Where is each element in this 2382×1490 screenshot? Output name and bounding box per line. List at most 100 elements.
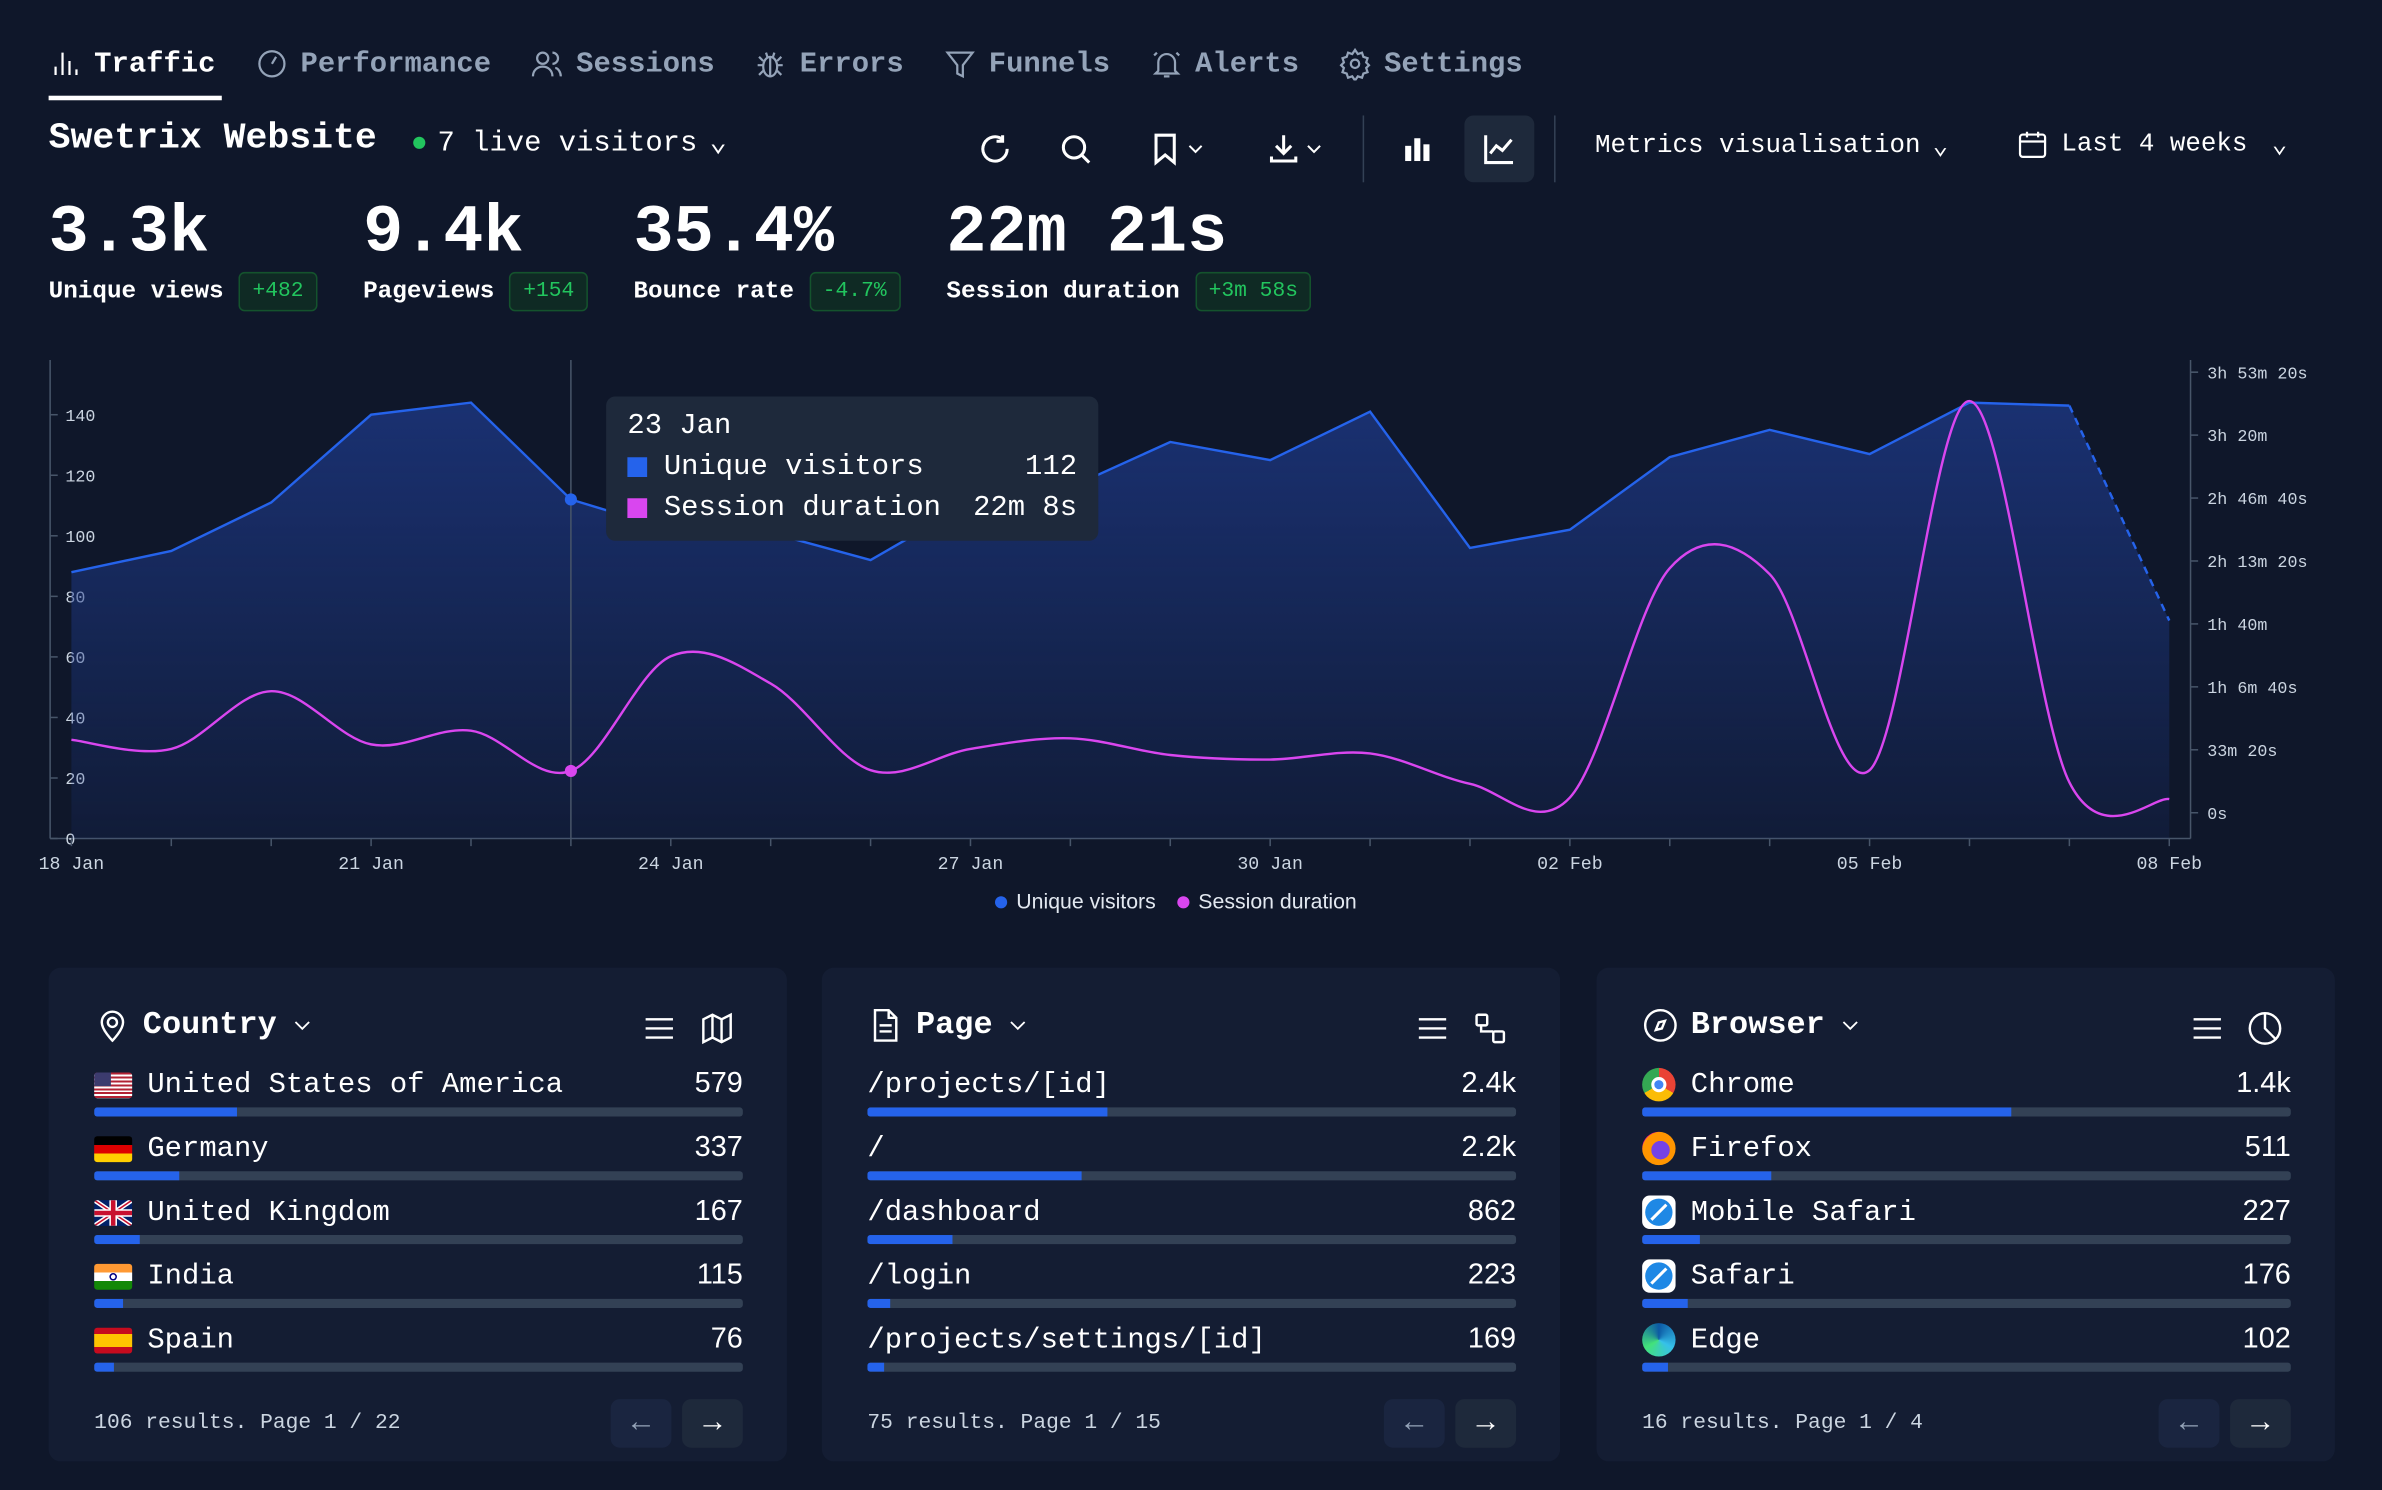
y2-tick-label: 1h 6m 40s: [2207, 680, 2297, 699]
tab-label: Settings: [1384, 47, 1523, 81]
tab-label: Alerts: [1195, 47, 1300, 81]
bookmark-icon: [1154, 133, 1176, 166]
panel-title-dropdown[interactable]: Browser: [1642, 1007, 1864, 1043]
item-label: Safari: [1690, 1259, 1795, 1293]
tooltip-value: 22m 8s: [973, 490, 1078, 525]
map-icon: [702, 1012, 732, 1045]
list-icon: [2193, 1018, 2221, 1039]
list-view-button[interactable]: [1414, 1010, 1450, 1054]
calendar-icon: [2018, 131, 2047, 158]
bar-chart-button[interactable]: [1390, 122, 1445, 177]
legend-item-unique-visitors[interactable]: Unique visitors: [995, 889, 1156, 913]
metric-label: Bounce rate: [633, 277, 794, 306]
pie-view-button[interactable]: [2247, 1010, 2283, 1054]
list-view-button[interactable]: [641, 1010, 677, 1054]
refresh-button[interactable]: [968, 122, 1023, 177]
arrow-left-icon: ←: [2179, 1405, 2199, 1441]
list-item[interactable]: /projects/[id] 2.4k: [867, 1067, 1517, 1132]
compass-icon: [1643, 1008, 1677, 1042]
flag-es-icon: [94, 1326, 133, 1353]
search-button[interactable]: [1048, 122, 1103, 177]
map-view-button[interactable]: [699, 1010, 735, 1054]
tab-performance[interactable]: Performance: [255, 39, 491, 88]
tab-funnels[interactable]: Funnels: [943, 39, 1110, 88]
y2-tick-label: 0s: [2207, 806, 2227, 825]
item-label: United States of America: [147, 1067, 564, 1102]
list-item[interactable]: United Kingdom 167: [94, 1196, 743, 1260]
legend-item-session-duration[interactable]: Session duration: [1177, 889, 1357, 913]
tab-settings[interactable]: Settings: [1339, 39, 1523, 88]
tooltip-label: Session duration: [663, 490, 941, 525]
next-page-button[interactable]: →: [682, 1399, 743, 1448]
item-count: 169: [1467, 1323, 1517, 1356]
list-item[interactable]: Spain 76: [94, 1323, 743, 1387]
list-icon: [1418, 1018, 1447, 1039]
unique-visitors-point: [564, 493, 577, 506]
line-chart-button[interactable]: [1464, 115, 1535, 183]
tab-traffic[interactable]: Traffic: [48, 39, 222, 101]
x-tick-label: 30 Jan: [1237, 855, 1303, 875]
line-chart-icon: [1484, 135, 1514, 165]
tab-alerts[interactable]: Alerts: [1150, 39, 1300, 88]
flag-de-icon: [94, 1135, 133, 1162]
y2-tick-label: 2h 13m 20s: [2207, 554, 2307, 573]
flag-us-icon: [94, 1071, 133, 1098]
list-item[interactable]: /login 223: [867, 1259, 1517, 1323]
list-item[interactable]: Germany 337: [94, 1132, 743, 1196]
metric-value: 3.3k: [48, 195, 210, 272]
live-dot: [413, 135, 426, 149]
refresh-icon: [981, 135, 1009, 163]
live-visitors-dropdown[interactable]: 7 live visitors ⌄: [413, 125, 727, 160]
legend-label: Session duration: [1198, 888, 1357, 913]
list-item[interactable]: Chrome 1.4k: [1642, 1067, 2291, 1132]
list-item[interactable]: /projects/settings/[id] 169: [867, 1323, 1517, 1387]
item-count: 167: [694, 1195, 743, 1228]
metric-value: 22m 21s: [946, 195, 1228, 272]
item-label: /: [867, 1131, 885, 1166]
list-item[interactable]: /dashboard 862: [867, 1196, 1517, 1260]
item-label: Germany: [147, 1131, 269, 1166]
item-label: /projects/settings/[id]: [867, 1323, 1266, 1357]
chart-legend: Unique visitors Session duration: [995, 889, 1357, 913]
bug-icon: [758, 52, 784, 78]
tab-sessions[interactable]: Sessions: [531, 39, 715, 88]
export-button[interactable]: [1250, 122, 1341, 177]
period-dropdown[interactable]: Last 4 weeks ⌄: [2016, 128, 2287, 161]
item-progress-bar: [94, 1107, 743, 1117]
next-page-button[interactable]: →: [2230, 1399, 2291, 1448]
list-item[interactable]: Mobile Safari 227: [1642, 1195, 2291, 1260]
panel-country: Country United States of America 579 Germa…: [48, 967, 787, 1462]
list-item[interactable]: Firefox 511: [1642, 1131, 2291, 1196]
metric-unique-views: 3.3k Unique views +482: [48, 195, 318, 312]
list-item[interactable]: United States of America 579: [94, 1068, 743, 1132]
x-tick-label: 27 Jan: [938, 855, 1004, 875]
traffic-chart[interactable]: 0204060801001201400s33m 20s1h 6m 40s1h 4…: [0, 342, 2382, 889]
legend-label: Unique visitors: [1016, 888, 1156, 913]
list-item[interactable]: / 2.2k: [867, 1131, 1517, 1196]
divider: [1362, 115, 1365, 183]
flag-gb-icon: [94, 1199, 133, 1226]
chevron-down-icon: [1307, 145, 1321, 154]
next-page-button[interactable]: →: [1455, 1399, 1517, 1448]
list-item[interactable]: Edge 102: [1642, 1323, 2291, 1387]
list-item[interactable]: Safari 176: [1642, 1259, 2291, 1323]
list-view-button[interactable]: [2189, 1010, 2225, 1054]
prev-page-button[interactable]: ←: [2158, 1399, 2220, 1448]
flow-view-button[interactable]: [1472, 1010, 1508, 1054]
item-count: 2.4k: [1461, 1067, 1517, 1100]
chevron-down-icon: [1188, 145, 1203, 154]
panel-title-dropdown[interactable]: Page: [867, 1007, 1032, 1043]
tab-errors[interactable]: Errors: [754, 39, 904, 88]
item-progress-bar: [1642, 1107, 2291, 1117]
flow-icon: [1475, 1013, 1506, 1044]
bookmark-button[interactable]: [1132, 122, 1223, 177]
metrics-visualisation-dropdown[interactable]: Metrics visualisation ⌄: [1595, 131, 1948, 162]
list-item[interactable]: India 115: [94, 1259, 743, 1323]
y-tick-label: 140: [65, 408, 95, 427]
chevron-down-icon: [295, 1021, 311, 1031]
panel-title-dropdown[interactable]: Country: [94, 1007, 316, 1043]
prev-page-button[interactable]: ←: [610, 1399, 672, 1448]
tab-label: Errors: [799, 47, 904, 81]
panel-title: Country: [142, 1007, 277, 1043]
prev-page-button[interactable]: ←: [1383, 1399, 1445, 1448]
